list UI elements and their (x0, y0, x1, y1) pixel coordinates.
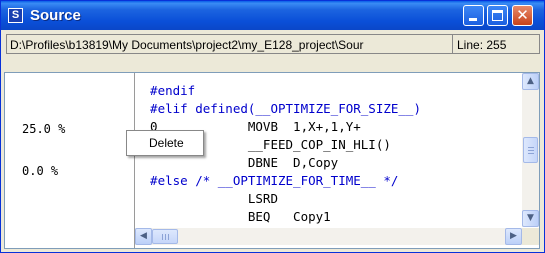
minimize-icon (469, 18, 477, 21)
horizontal-scroll-thumb[interactable] (152, 229, 178, 244)
grip-line (528, 147, 534, 148)
grip-line (165, 234, 166, 240)
minimize-button[interactable] (463, 5, 484, 26)
file-path: D:\Profiles\b13819\My Documents\project2… (10, 38, 364, 52)
title-bar[interactable]: S Source ✕ (1, 1, 544, 30)
code-line: #else /* __OPTIMIZE_FOR_TIME__ */ (135, 173, 399, 188)
close-icon: ✕ (516, 6, 529, 24)
vertical-scroll-thumb[interactable] (523, 137, 538, 163)
code-line: BEQ Copy1 (135, 209, 331, 224)
window-title: Source (30, 7, 81, 24)
maximize-button[interactable] (487, 5, 508, 26)
source-window: S Source ✕ D:\Profiles\b13819\My Documen… (0, 0, 545, 253)
horizontal-scrollbar[interactable]: ◀ ▶ (135, 228, 522, 245)
delete-menu-item[interactable]: Delete (127, 131, 203, 155)
source-app-icon: S (8, 8, 23, 23)
coverage-percentage: 25.0 % (22, 122, 66, 136)
context-menu: Delete (126, 130, 204, 156)
code-line: #elif defined(__OPTIMIZE_FOR_SIZE__) (135, 101, 421, 116)
grip-line (528, 150, 534, 151)
grip-line (162, 234, 163, 240)
path-divider (452, 35, 453, 53)
code-line: LSRD (135, 191, 278, 206)
scroll-right-button[interactable]: ▶ (505, 228, 522, 245)
scroll-down-button[interactable]: ▼ (522, 210, 539, 227)
maximize-icon (492, 10, 503, 21)
close-button[interactable]: ✕ (512, 5, 533, 26)
code-line: DBNE D,Copy (135, 155, 339, 170)
code-line: #endif (135, 83, 196, 98)
source-view: 25.0 % 0.0 % #endif #elif defined(__OPTI… (4, 72, 540, 249)
delete-menu-label: Delete (149, 136, 184, 150)
vertical-scrollbar[interactable]: ▲ ▼ (522, 73, 539, 227)
grip-line (528, 153, 534, 154)
line-number: Line: 255 (457, 38, 507, 52)
scroll-left-button[interactable]: ◀ (135, 228, 152, 245)
coverage-percentage: 0.0 % (22, 164, 59, 178)
scrollbar-corner (522, 228, 539, 245)
scroll-up-button[interactable]: ▲ (522, 73, 539, 90)
coverage-gutter[interactable]: 25.0 % 0.0 % (5, 73, 135, 248)
grip-line (168, 234, 169, 240)
path-status-bar: D:\Profiles\b13819\My Documents\project2… (6, 34, 540, 54)
